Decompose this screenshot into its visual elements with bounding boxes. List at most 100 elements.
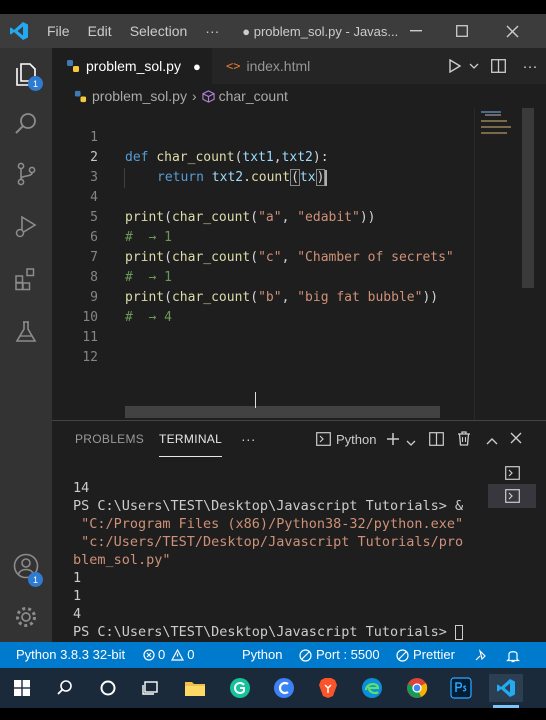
file-explorer-icon[interactable]: [181, 674, 209, 702]
prettier-status[interactable]: Prettier: [396, 642, 455, 668]
code-line: 11: [52, 308, 546, 345]
chrome-icon[interactable]: [403, 674, 431, 702]
panel-more-button[interactable]: ···: [241, 421, 256, 457]
breadcrumb-file[interactable]: problem_sol.py: [92, 88, 187, 104]
menu-file[interactable]: File: [38, 14, 79, 48]
tab-problems[interactable]: PROBLEMS: [75, 421, 144, 457]
breadcrumb-separator: ›: [191, 88, 197, 104]
terminal-line: 4: [73, 606, 82, 622]
warning-count: 0: [187, 647, 195, 662]
feedback-icon[interactable]: [474, 642, 488, 668]
terminal-line: 14: [73, 480, 90, 496]
python-interpreter[interactable]: Python 3.8.3 32-bit: [16, 642, 125, 668]
cortana-edge-icon[interactable]: [270, 674, 298, 702]
live-server-port[interactable]: Port : 5500: [299, 642, 380, 668]
python-file-icon: [66, 59, 80, 73]
vscode-logo-icon: [0, 14, 38, 48]
search-icon[interactable]: [0, 100, 52, 148]
vscode-taskbar-icon[interactable]: [489, 674, 523, 702]
breadcrumb: problem_sol.py › char_count: [52, 84, 546, 108]
photoshop-icon[interactable]: [447, 674, 475, 702]
code-line: 10: [52, 288, 546, 325]
panel-tab-bar: PROBLEMS TERMINAL ··· Python: [52, 421, 546, 457]
terminal-icon: [316, 432, 331, 446]
explorer-badge: 1: [28, 76, 43, 91]
screen-border-top: [0, 0, 546, 14]
explorer-icon[interactable]: 1: [0, 50, 52, 98]
python-file-icon: [74, 90, 87, 103]
maximize-icon[interactable]: [439, 14, 485, 48]
code-line: 1 def char_count(txt1,txt2):: [52, 108, 546, 165]
windows-taskbar: [0, 668, 546, 708]
close-panel-icon[interactable]: [510, 432, 522, 447]
run-debug-icon[interactable]: [0, 202, 52, 250]
new-terminal-plus-icon[interactable]: [386, 432, 400, 449]
task-view-icon[interactable]: [137, 674, 165, 702]
symbol-method-icon: [201, 89, 215, 103]
window-title: ● problem_sol.py - Javas...: [242, 23, 399, 39]
taskbar-search-icon[interactable]: [51, 674, 79, 702]
terminal-instance-1[interactable]: [488, 461, 536, 485]
split-editor-icon[interactable]: [482, 59, 514, 73]
extensions-icon[interactable]: [0, 255, 52, 303]
terminal-line: PS C:\Users\TEST\Desktop\Javascript Tuto…: [73, 498, 464, 514]
line-number: 12: [82, 350, 98, 365]
unsaved-dot-icon[interactable]: ●: [193, 59, 201, 74]
terminal-instance-2[interactable]: [488, 484, 536, 508]
tab-index-html[interactable]: <> index.html: [212, 48, 342, 84]
edge-browser-icon[interactable]: [358, 674, 386, 702]
prettier-check-icon: [396, 648, 409, 662]
brave-browser-icon[interactable]: [314, 674, 342, 702]
maximize-panel-chevron-up-icon[interactable]: [486, 434, 498, 448]
terminal-list: [488, 457, 546, 643]
close-window-icon[interactable]: [489, 14, 535, 48]
port-label: Port : 5500: [316, 647, 380, 662]
cortana-icon[interactable]: [94, 674, 122, 702]
terminal-line: "c:/Users/TEST/Desktop/Javascript Tutori…: [73, 534, 464, 550]
code-line: 3: [52, 148, 546, 185]
tab-terminal[interactable]: TERMINAL: [159, 421, 223, 457]
code-editor[interactable]: 1 def char_count(txt1,txt2): 2 return tx…: [52, 108, 546, 420]
chevron-down-icon[interactable]: [406, 435, 416, 449]
code-line: 8 print(char_count("b", "big fat bubble"…: [52, 248, 546, 305]
minimize-icon[interactable]: [393, 14, 439, 48]
editor-vertical-scrollbar[interactable]: [522, 108, 534, 288]
tab-label: index.html: [246, 58, 311, 74]
grammarly-icon[interactable]: [226, 674, 254, 702]
menu-more[interactable]: ···: [196, 14, 228, 48]
windows-start-icon[interactable]: [8, 674, 36, 702]
code-line: 12: [52, 328, 546, 365]
menu-edit[interactable]: Edit: [79, 14, 121, 48]
source-control-icon[interactable]: [0, 150, 52, 198]
editor-actions: ···: [444, 48, 546, 84]
accounts-badge: 1: [28, 572, 43, 587]
error-icon: [143, 649, 155, 661]
menu-selection[interactable]: Selection: [121, 14, 197, 48]
more-actions-icon[interactable]: ···: [514, 58, 546, 75]
tab-problem-sol-py[interactable]: problem_sol.py ●: [52, 48, 212, 84]
trash-icon[interactable]: [457, 431, 471, 449]
terminal-output[interactable]: 14 PS C:\Users\TEST\Desktop\Javascript T…: [52, 457, 488, 643]
code-line: 6 print(char_count("c", "Chamber of secr…: [52, 208, 546, 265]
terminal-line: blem_sol.py": [73, 552, 171, 568]
accounts-icon[interactable]: 1: [0, 542, 52, 590]
run-file-icon[interactable]: [444, 59, 466, 73]
language-mode[interactable]: Python: [242, 642, 282, 668]
code-line: 9 # → 4: [52, 268, 546, 325]
editor-horizontal-scrollbar[interactable]: [125, 406, 440, 418]
manage-gear-icon[interactable]: [0, 593, 52, 641]
code-line: 7 # → 1: [52, 228, 546, 285]
html-file-icon: <>: [226, 59, 241, 73]
breadcrumb-symbol[interactable]: char_count: [219, 88, 288, 104]
prettier-label: Prettier: [413, 647, 455, 662]
activity-bar: 1 1: [0, 48, 52, 642]
testing-flask-icon[interactable]: [0, 308, 52, 356]
chevron-down-icon[interactable]: [466, 63, 482, 69]
terminal-shell-selector[interactable]: Python: [316, 421, 376, 457]
notifications-bell-icon[interactable]: [506, 642, 520, 668]
split-terminal-icon[interactable]: [429, 432, 444, 449]
terminal-cursor: [455, 624, 464, 640]
warning-icon: [171, 649, 185, 661]
problems-summary[interactable]: 0 0: [143, 642, 194, 668]
code-line-current: 2 return txt2.count(tx): [52, 128, 546, 188]
